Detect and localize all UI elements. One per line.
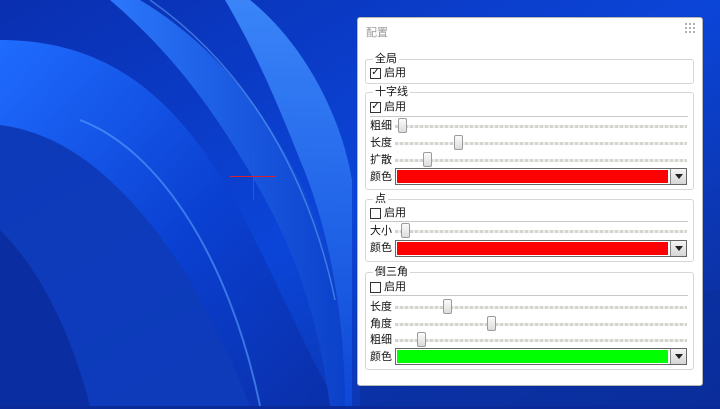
- dot-size-label: 大小: [370, 224, 392, 237]
- triangle-length-slider[interactable]: [395, 299, 687, 315]
- divider: [370, 116, 688, 117]
- dot-enable-checkbox[interactable]: 启用: [370, 205, 406, 221]
- group-crosshair: 十字线 ✓ 启用 粗细 长度 扩散 颜色: [365, 85, 694, 190]
- screen-crosshair-vertical: [253, 154, 254, 200]
- crosshair-length-slider[interactable]: [395, 135, 687, 151]
- group-triangle-title: 倒三角: [373, 265, 410, 279]
- dot-size-slider[interactable]: [395, 223, 687, 239]
- chevron-down-icon[interactable]: [670, 169, 686, 184]
- crosshair-spread-label: 扩散: [370, 153, 392, 166]
- panel-titlebar[interactable]: 配置: [358, 18, 702, 44]
- checkbox-icon[interactable]: ✓: [370, 101, 381, 113]
- group-global-title: 全局: [373, 52, 399, 66]
- checkbox-icon[interactable]: ✓: [370, 67, 381, 79]
- drag-grip-icon[interactable]: [684, 22, 698, 36]
- triangle-angle-label: 角度: [370, 317, 392, 330]
- divider: [370, 295, 688, 296]
- checkbox-icon[interactable]: [370, 281, 381, 293]
- triangle-length-row: 长度: [370, 299, 392, 315]
- crosshair-thickness-slider[interactable]: [395, 118, 687, 134]
- dot-size-row: 大小: [370, 223, 392, 239]
- group-global: 全局 ✓ 启用: [365, 52, 694, 84]
- triangle-length-label: 长度: [370, 300, 392, 313]
- color-swatch: [397, 350, 668, 363]
- slider-thumb[interactable]: [397, 118, 407, 133]
- slider-track: [395, 306, 687, 309]
- crosshair-thickness-row: 粗细: [370, 118, 392, 134]
- slider-thumb[interactable]: [423, 152, 432, 167]
- triangle-color-select[interactable]: [395, 348, 687, 365]
- triangle-thickness-label: 粗细: [370, 333, 392, 346]
- crosshair-color-select[interactable]: [395, 168, 687, 185]
- global-enable-label: 启用: [384, 66, 406, 79]
- slider-track: [395, 142, 687, 145]
- crosshair-color-label: 颜色: [370, 170, 392, 183]
- divider: [370, 221, 688, 222]
- slider-track: [395, 230, 687, 233]
- group-dot: 点 启用 大小 颜色: [365, 192, 694, 262]
- group-crosshair-title: 十字线: [373, 85, 410, 99]
- config-panel: 配置 全局 ✓ 启用 十字线 ✓ 启用 粗细 长度 扩散 颜色 点 启用 大小 …: [357, 17, 703, 386]
- crosshair-thickness-label: 粗细: [370, 119, 392, 132]
- panel-title: 配置: [366, 26, 388, 39]
- dot-color-select[interactable]: [395, 240, 687, 257]
- slider-thumb[interactable]: [417, 332, 427, 347]
- slider-thumb[interactable]: [400, 223, 410, 238]
- slider-track: [395, 125, 687, 128]
- crosshair-enable-label: 启用: [384, 100, 406, 113]
- triangle-thickness-slider[interactable]: [395, 332, 687, 348]
- crosshair-length-row: 长度: [370, 135, 392, 151]
- slider-track: [395, 159, 687, 162]
- chevron-down-icon[interactable]: [670, 241, 686, 256]
- chevron-down-icon[interactable]: [670, 349, 686, 364]
- slider-track: [395, 339, 687, 342]
- crosshair-spread-row: 扩散: [370, 152, 392, 168]
- crosshair-enable-checkbox[interactable]: ✓ 启用: [370, 99, 406, 115]
- dot-color-row: 颜色: [370, 240, 392, 256]
- triangle-color-label: 颜色: [370, 350, 392, 363]
- group-dot-title: 点: [373, 192, 388, 206]
- triangle-enable-label: 启用: [384, 280, 406, 293]
- slider-thumb[interactable]: [442, 299, 452, 314]
- triangle-angle-row: 角度: [370, 316, 392, 332]
- dot-color-label: 颜色: [370, 241, 392, 254]
- triangle-angle-slider[interactable]: [395, 316, 687, 332]
- crosshair-length-label: 长度: [370, 136, 392, 149]
- triangle-color-row: 颜色: [370, 349, 392, 365]
- slider-thumb[interactable]: [453, 135, 463, 150]
- slider-thumb[interactable]: [487, 316, 497, 331]
- checkbox-icon[interactable]: [370, 207, 381, 219]
- color-swatch: [397, 242, 668, 255]
- color-swatch: [397, 170, 668, 183]
- triangle-thickness-row: 粗细: [370, 332, 392, 348]
- group-triangle: 倒三角 启用 长度 角度 粗细 颜色: [365, 265, 694, 370]
- slider-track: [395, 323, 687, 326]
- crosshair-spread-slider[interactable]: [395, 152, 687, 168]
- crosshair-color-row: 颜色: [370, 169, 392, 185]
- global-enable-checkbox[interactable]: ✓ 启用: [370, 65, 406, 81]
- triangle-enable-checkbox[interactable]: 启用: [370, 279, 406, 295]
- dot-enable-label: 启用: [384, 206, 406, 219]
